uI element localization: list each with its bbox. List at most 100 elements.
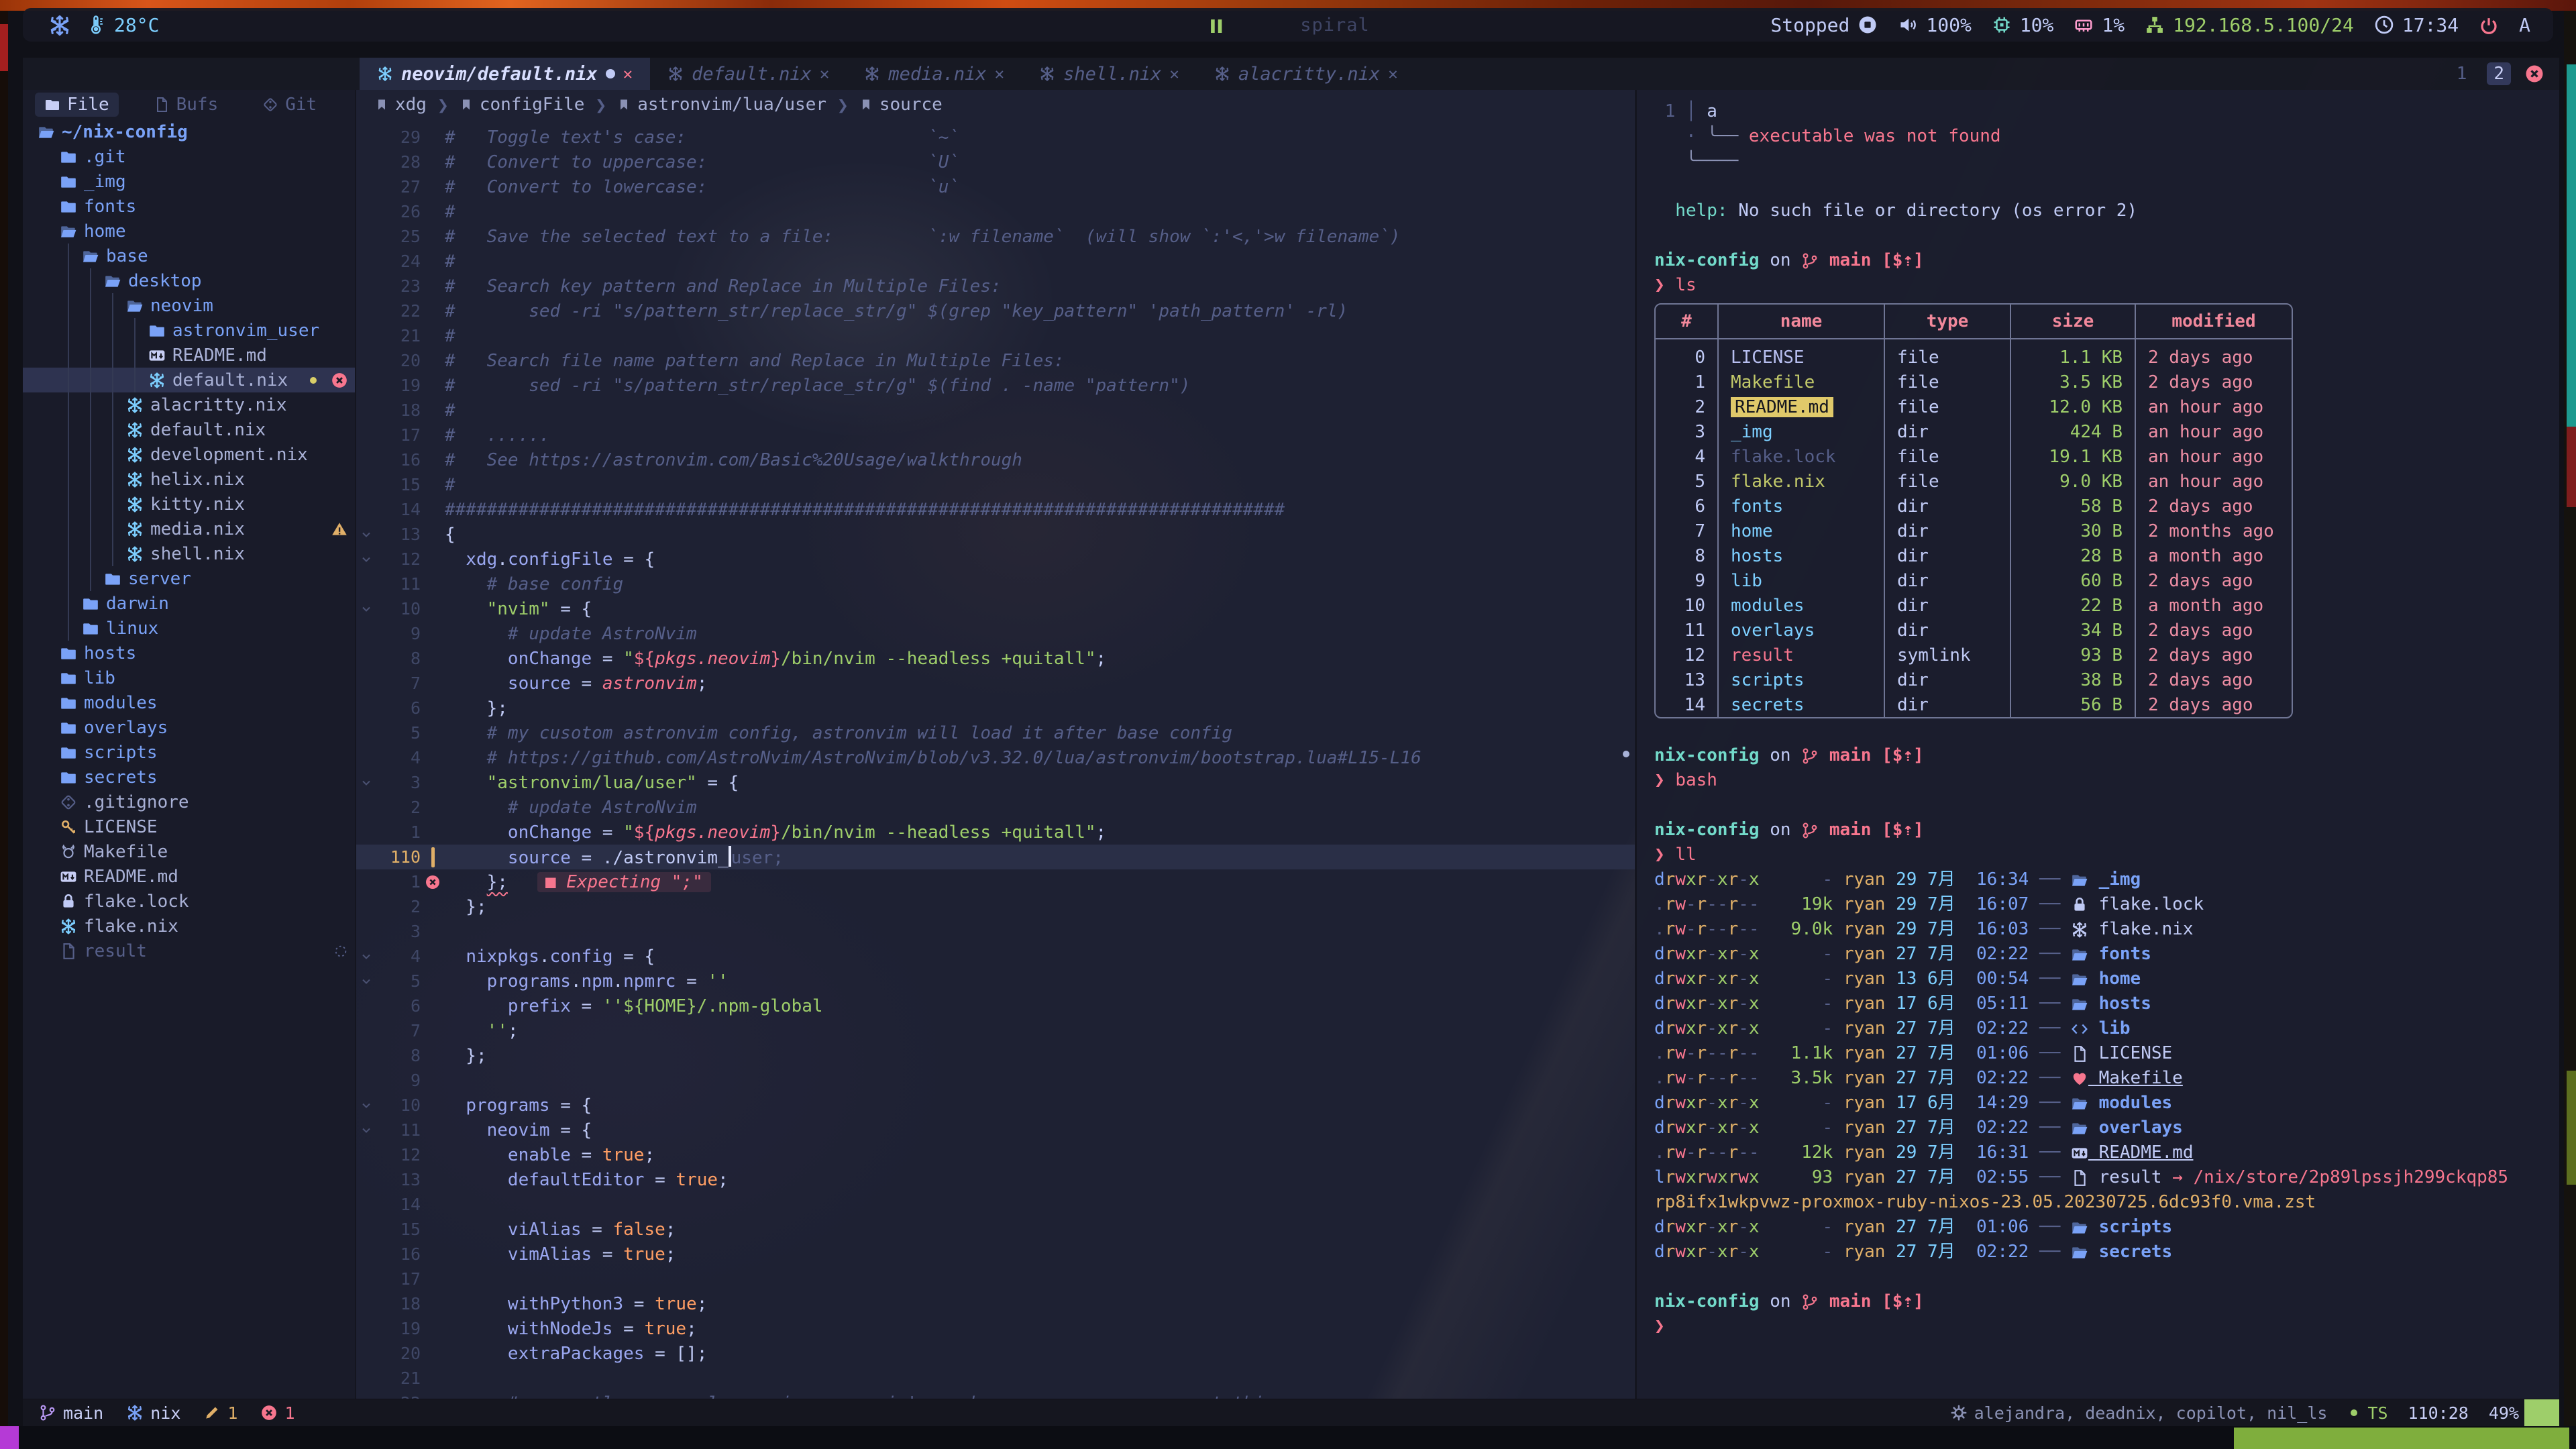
nix-icon	[126, 545, 144, 563]
breadcrumb-separator: ❯	[437, 94, 449, 116]
tree-item[interactable]: default.nix	[23, 417, 355, 442]
buffer-close-icon[interactable]: ✕	[995, 64, 1004, 83]
tree-item[interactable]: desktop	[23, 268, 355, 293]
tabpage-2[interactable]: 2	[2487, 62, 2511, 85]
fold-column[interactable]	[356, 549, 376, 570]
nixos-logo-icon[interactable]	[48, 13, 71, 37]
tree-item[interactable]: lib	[23, 665, 355, 690]
code-line: 21#	[356, 323, 1636, 348]
tree-item[interactable]: Makefile	[23, 839, 355, 864]
clock-module[interactable]: 17:34	[2374, 14, 2459, 36]
tree-item[interactable]: kitty.nix	[23, 492, 355, 517]
neotree-source-file[interactable]: File	[35, 93, 119, 117]
tree-item[interactable]: fonts	[23, 194, 355, 219]
tree-item[interactable]: neovim	[23, 293, 355, 318]
buffer-tab[interactable]: alacritty.nix✕	[1197, 58, 1415, 90]
keyboard-layout[interactable]: A	[2519, 14, 2530, 36]
buffer-close-icon[interactable]: ✕	[1388, 64, 1397, 83]
tree-item[interactable]: README.md	[23, 864, 355, 889]
tree-item-label: flake.lock	[84, 892, 189, 912]
tree-item[interactable]: secrets	[23, 765, 355, 790]
tree-item[interactable]: flake.lock	[23, 889, 355, 914]
volume-module[interactable]: 100%	[1898, 14, 1971, 36]
fold-column[interactable]	[356, 773, 376, 793]
close-icon[interactable]	[331, 372, 348, 389]
neotree-source-bufs[interactable]: Bufs	[144, 93, 228, 117]
buffer-tab[interactable]: default.nix✕	[650, 58, 847, 90]
tree-item[interactable]: modules	[23, 690, 355, 715]
tree-item[interactable]: ~/nix-config	[23, 119, 355, 144]
tree-item[interactable]: LICENSE	[23, 814, 355, 839]
code-text: vimAlias = true;	[445, 1244, 1636, 1265]
tree-item[interactable]: scripts	[23, 740, 355, 765]
code-text: # Convert to lowercase: `u`	[445, 177, 1636, 197]
code-line: 7 '';	[356, 1018, 1636, 1043]
breadcrumb-item[interactable]: source	[859, 95, 943, 115]
buffer-tab[interactable]: media.nix✕	[847, 58, 1022, 90]
tree-item[interactable]: base	[23, 244, 355, 268]
network-module[interactable]: 192.168.5.100/24	[2145, 14, 2354, 36]
tag-icon	[460, 98, 473, 111]
tabline-close-button[interactable]	[2524, 64, 2544, 84]
tree-item[interactable]: flake.nix	[23, 914, 355, 938]
memory-module[interactable]: 1%	[2074, 14, 2125, 36]
file-icon	[154, 97, 170, 113]
tree-item[interactable]: default.nix	[23, 368, 355, 392]
buffer-close-icon[interactable]: ✕	[623, 64, 633, 83]
temperature-module[interactable]: 28°C	[86, 14, 159, 36]
tree-item[interactable]: result	[23, 938, 355, 963]
pause-icon[interactable]	[1206, 14, 1226, 36]
buffer-close-icon[interactable]: ✕	[1169, 64, 1179, 83]
indent-guide	[68, 517, 69, 541]
breadcrumb: xdg❯configFile❯astronvim/lua/user❯source	[356, 90, 1636, 119]
tree-item[interactable]: shell.nix	[23, 541, 355, 566]
tree-item[interactable]: media.nix	[23, 517, 355, 541]
media-player-module[interactable]: Stopped	[1770, 14, 1878, 36]
buffer-tab[interactable]: neovim/default.nix✕	[360, 58, 650, 90]
breadcrumb-item[interactable]: configFile	[460, 95, 585, 115]
tree-item[interactable]: overlays	[23, 715, 355, 740]
fold-column[interactable]	[356, 1120, 376, 1140]
tree-item[interactable]: server	[23, 566, 355, 591]
code-line: 17# ......	[356, 423, 1636, 447]
buffer-tab[interactable]: shell.nix✕	[1022, 58, 1197, 90]
tree-item[interactable]: .git	[23, 144, 355, 169]
tree-item[interactable]: alacritty.nix	[23, 392, 355, 417]
fold-column[interactable]	[356, 1095, 376, 1116]
tabpage-1[interactable]: 1	[2450, 62, 2474, 85]
power-button[interactable]	[2479, 14, 2499, 36]
fold-column[interactable]	[356, 947, 376, 967]
tree-item[interactable]: darwin	[23, 591, 355, 616]
branch-icon	[1801, 1293, 1819, 1311]
neovim-window: neovim/default.nix✕default.nix✕media.nix…	[23, 58, 2559, 1426]
split-separator[interactable]	[1635, 90, 1637, 1399]
branch-icon	[1801, 252, 1819, 270]
breadcrumb-item[interactable]: xdg	[375, 95, 427, 115]
tree-item[interactable]: linux	[23, 616, 355, 641]
ls-index: 4	[1656, 444, 1717, 469]
tree-item[interactable]: helix.nix	[23, 467, 355, 492]
line-number: 19	[376, 376, 421, 395]
tree-item[interactable]: home	[23, 219, 355, 244]
tree-item[interactable]: README.md	[23, 343, 355, 368]
code-line: 8 };	[356, 1043, 1636, 1068]
tree-item[interactable]: development.nix	[23, 442, 355, 467]
fold-column[interactable]	[356, 971, 376, 991]
fold-column[interactable]	[356, 599, 376, 619]
buffer-close-icon[interactable]: ✕	[820, 64, 829, 83]
ls-type: file	[1884, 370, 2010, 394]
neotree-source-label: Bufs	[176, 95, 219, 115]
folder-open-icon	[126, 297, 144, 315]
tree-item[interactable]: astronvim_user	[23, 318, 355, 343]
fold-column[interactable]	[356, 525, 376, 545]
neotree-source-git[interactable]: Git	[253, 93, 326, 117]
tree-item[interactable]: .gitignore	[23, 790, 355, 814]
cpu-module[interactable]: 10%	[1992, 14, 2054, 36]
tree-item[interactable]: _img	[23, 169, 355, 194]
breadcrumb-item[interactable]: astronvim/lua/user	[617, 95, 826, 115]
line-number: 1	[376, 872, 421, 892]
tree-item[interactable]: hosts	[23, 641, 355, 665]
terminal-panel[interactable]: 1 │ a · ╰── executable was not found ╰──…	[1637, 90, 2559, 1399]
code-text: source = astronvim;	[445, 674, 1636, 694]
editor-pane[interactable]: xdg❯configFile❯astronvim/lua/user❯source…	[355, 90, 1636, 1399]
